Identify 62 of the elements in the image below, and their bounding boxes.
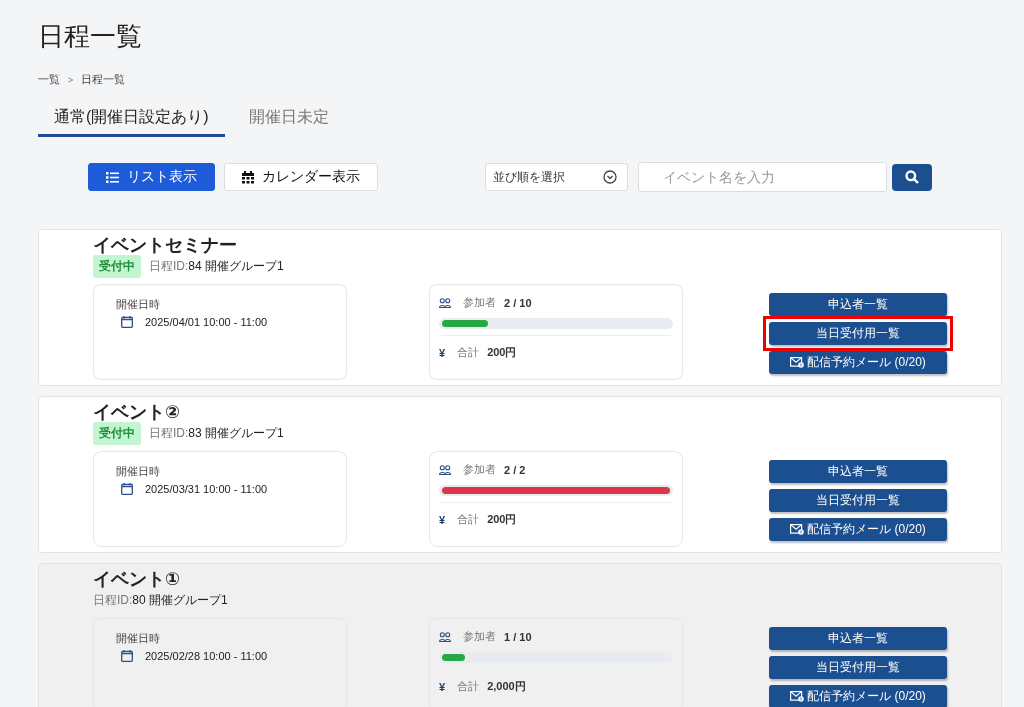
status-badge: 受付中 bbox=[93, 254, 141, 278]
action-button[interactable]: 配信予約メール (0/20) bbox=[769, 685, 947, 707]
status-badge: 受付中 bbox=[93, 421, 141, 445]
envelope-icon bbox=[790, 357, 805, 368]
schedule-id: 日程ID:83 開催グループ1 bbox=[149, 425, 284, 441]
tab[interactable]: 通常(開催日設定あり) bbox=[38, 103, 225, 137]
envelope-icon bbox=[790, 524, 805, 535]
date-label: 開催日時 bbox=[116, 631, 161, 646]
action-button[interactable]: 当日受付用一覧 bbox=[769, 322, 947, 345]
chevron-down-icon bbox=[603, 170, 617, 184]
people-icon bbox=[439, 464, 451, 475]
list-icon bbox=[106, 171, 119, 183]
schedule-id: 日程ID:84 開催グループ1 bbox=[149, 258, 284, 274]
event-title: イベントセミナー bbox=[93, 234, 238, 256]
view-toggle-button[interactable]: リスト表示 bbox=[88, 163, 215, 191]
action-button[interactable]: 当日受付用一覧 bbox=[769, 656, 947, 679]
event-datetime: 2025/03/31 10:00 - 11:00 bbox=[145, 483, 268, 495]
event-datetime: 2025/04/01 10:00 - 11:00 bbox=[145, 316, 268, 328]
calendar-icon bbox=[121, 650, 133, 662]
action-button[interactable]: 当日受付用一覧 bbox=[769, 489, 947, 512]
action-button[interactable]: 申込者一覧 bbox=[769, 627, 947, 650]
tab[interactable]: 開催日未定 bbox=[232, 103, 345, 137]
action-button[interactable]: 申込者一覧 bbox=[769, 293, 947, 316]
breadcrumb-link[interactable]: 日程一覧 bbox=[81, 72, 126, 87]
search-button[interactable] bbox=[892, 163, 932, 191]
event-datetime: 2025/02/28 10:00 - 11:00 bbox=[145, 650, 268, 662]
action-button[interactable]: 配信予約メール (0/20) bbox=[769, 351, 947, 374]
action-button[interactable]: 配信予約メール (0/20) bbox=[769, 518, 947, 541]
total-label: 合計 bbox=[457, 679, 480, 694]
view-toggle-button[interactable]: カレンダー表示 bbox=[224, 163, 378, 191]
calendar-icon bbox=[121, 483, 133, 495]
people-icon bbox=[439, 297, 451, 308]
date-label: 開催日時 bbox=[116, 464, 161, 479]
event-title: イベント① bbox=[93, 568, 182, 590]
participants-label: 参加者 bbox=[463, 462, 496, 477]
currency-symbol: ¥ bbox=[439, 346, 446, 359]
envelope-icon bbox=[790, 691, 805, 702]
page-title: 日程一覧 bbox=[38, 20, 143, 52]
total-amount: 2,000円 bbox=[487, 679, 526, 694]
participants-label: 参加者 bbox=[463, 629, 496, 644]
people-icon bbox=[439, 631, 451, 642]
currency-symbol: ¥ bbox=[439, 513, 446, 526]
participants-count: 1 / 10 bbox=[504, 630, 532, 643]
schedule-id: 日程ID:80 開催グループ1 bbox=[93, 592, 228, 608]
date-label: 開催日時 bbox=[116, 297, 161, 312]
event-title: イベント② bbox=[93, 401, 182, 423]
action-button[interactable]: 申込者一覧 bbox=[769, 460, 947, 483]
total-amount: 200円 bbox=[487, 512, 517, 527]
participants-label: 参加者 bbox=[463, 295, 496, 310]
participants-count: 2 / 10 bbox=[504, 296, 532, 309]
calendar-icon bbox=[242, 170, 254, 184]
total-label: 合計 bbox=[457, 512, 480, 527]
search-field[interactable]: イベント名を入力 bbox=[638, 162, 887, 192]
total-label: 合計 bbox=[457, 345, 480, 360]
breadcrumb-separator: > bbox=[68, 74, 74, 85]
participants-count: 2 / 2 bbox=[504, 463, 526, 476]
total-amount: 200円 bbox=[487, 345, 517, 360]
currency-symbol: ¥ bbox=[439, 680, 446, 693]
calendar-icon bbox=[121, 316, 133, 328]
breadcrumb-link[interactable]: 一覧 bbox=[38, 72, 60, 87]
sort-select[interactable]: 並び順を選択 bbox=[485, 163, 628, 191]
search-icon bbox=[905, 170, 919, 184]
